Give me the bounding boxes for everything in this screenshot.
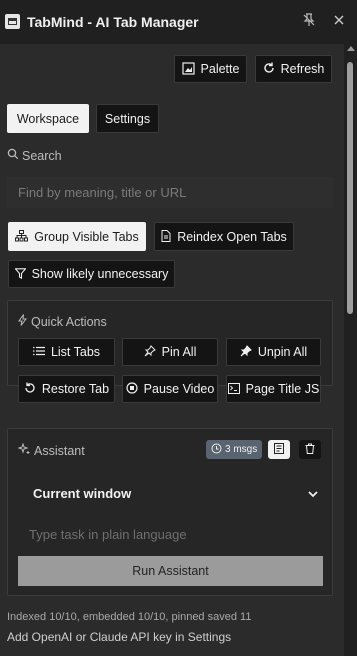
task-input[interactable] — [18, 519, 323, 549]
pause-icon — [126, 382, 138, 396]
unpin-all-label: Unpin All — [257, 345, 308, 359]
assistant-title: Assistant — [34, 443, 85, 458]
hierarchy-icon — [15, 229, 29, 244]
unpin-all-button[interactable]: Unpin All — [226, 338, 321, 366]
lightning-icon — [18, 314, 28, 329]
reindex-open-tabs-label: Reindex Open Tabs — [177, 229, 287, 244]
search-icon — [7, 148, 19, 163]
terminal-icon — [227, 382, 240, 396]
pause-video-label: Pause Video — [143, 382, 215, 396]
quick-actions-header: Quick Actions — [18, 314, 107, 329]
palette-label: Palette — [200, 62, 240, 76]
index-status: Indexed 10/10, embedded 10/10, pinned sa… — [7, 611, 252, 623]
reindex-open-tabs-button[interactable]: Reindex Open Tabs — [154, 222, 294, 251]
restore-tab-label: Restore Tab — [41, 382, 110, 396]
unpin-panel-icon[interactable] — [301, 13, 317, 29]
scroll-thumb[interactable] — [347, 62, 353, 314]
pin-all-label: Pin All — [161, 345, 197, 359]
pause-video-button[interactable]: Pause Video — [122, 375, 218, 403]
window-title: TabMind - AI Tab Manager — [27, 14, 199, 30]
scroll-up-arrow-icon[interactable] — [347, 46, 355, 51]
trash-icon — [305, 443, 315, 457]
clock-icon — [211, 443, 222, 457]
search-label-row: Search — [7, 148, 62, 163]
sparkle-icon — [17, 442, 30, 458]
filter-icon — [13, 267, 27, 281]
app-logo-icon — [5, 14, 20, 29]
tab-settings[interactable]: Settings — [96, 104, 159, 133]
tab-workspace-label: Workspace — [16, 111, 80, 126]
chevron-down-icon — [308, 486, 318, 501]
assistant-header: Assistant — [17, 442, 85, 458]
search-label: Search — [22, 148, 62, 163]
scope-select-value: Current window — [33, 485, 132, 501]
clear-chat-button[interactable] — [299, 440, 321, 459]
scope-select[interactable]: Current window — [18, 479, 323, 507]
list-icon — [32, 346, 45, 358]
notes-icon — [274, 442, 284, 457]
notes-button[interactable] — [268, 440, 290, 459]
list-tabs-button[interactable]: List Tabs — [18, 338, 115, 366]
palette-icon — [181, 61, 195, 77]
page-title-js-label: Page Title JS — [245, 382, 320, 396]
run-assistant-button[interactable]: Run Assistant — [18, 556, 323, 586]
refresh-button[interactable]: Refresh — [255, 55, 332, 83]
pin-all-button[interactable]: Pin All — [122, 338, 218, 366]
page-title-js-button[interactable]: Page Title JS — [226, 375, 321, 403]
api-key-hint: Add OpenAI or Claude API key in Settings — [7, 630, 232, 644]
search-input[interactable] — [7, 177, 333, 208]
tab-workspace[interactable]: Workspace — [7, 104, 89, 133]
refresh-icon — [263, 62, 275, 76]
document-icon — [161, 229, 171, 244]
quick-actions-title: Quick Actions — [31, 314, 107, 329]
messages-count-label: 3 msgs — [225, 444, 258, 455]
show-likely-unnecessary-button[interactable]: Show likely unnecessary — [8, 260, 175, 288]
tab-settings-label: Settings — [104, 111, 151, 126]
group-visible-tabs-button[interactable]: Group Visible Tabs — [8, 222, 146, 251]
restore-tab-button[interactable]: Restore Tab — [18, 375, 115, 403]
unpin-icon — [240, 345, 252, 359]
group-visible-tabs-label: Group Visible Tabs — [34, 229, 139, 244]
scrollbar[interactable] — [344, 44, 357, 656]
title-bar: TabMind - AI Tab Manager — [0, 0, 357, 44]
run-assistant-label: Run Assistant — [132, 564, 209, 578]
palette-button[interactable]: Palette — [174, 55, 247, 83]
list-tabs-label: List Tabs — [50, 345, 101, 359]
pin-icon — [144, 345, 156, 359]
refresh-label: Refresh — [280, 62, 325, 76]
show-likely-unnecessary-label: Show likely unnecessary — [31, 267, 169, 281]
restore-icon — [24, 382, 36, 396]
messages-count-badge: 3 msgs — [206, 440, 263, 459]
close-icon[interactable] — [331, 13, 347, 29]
